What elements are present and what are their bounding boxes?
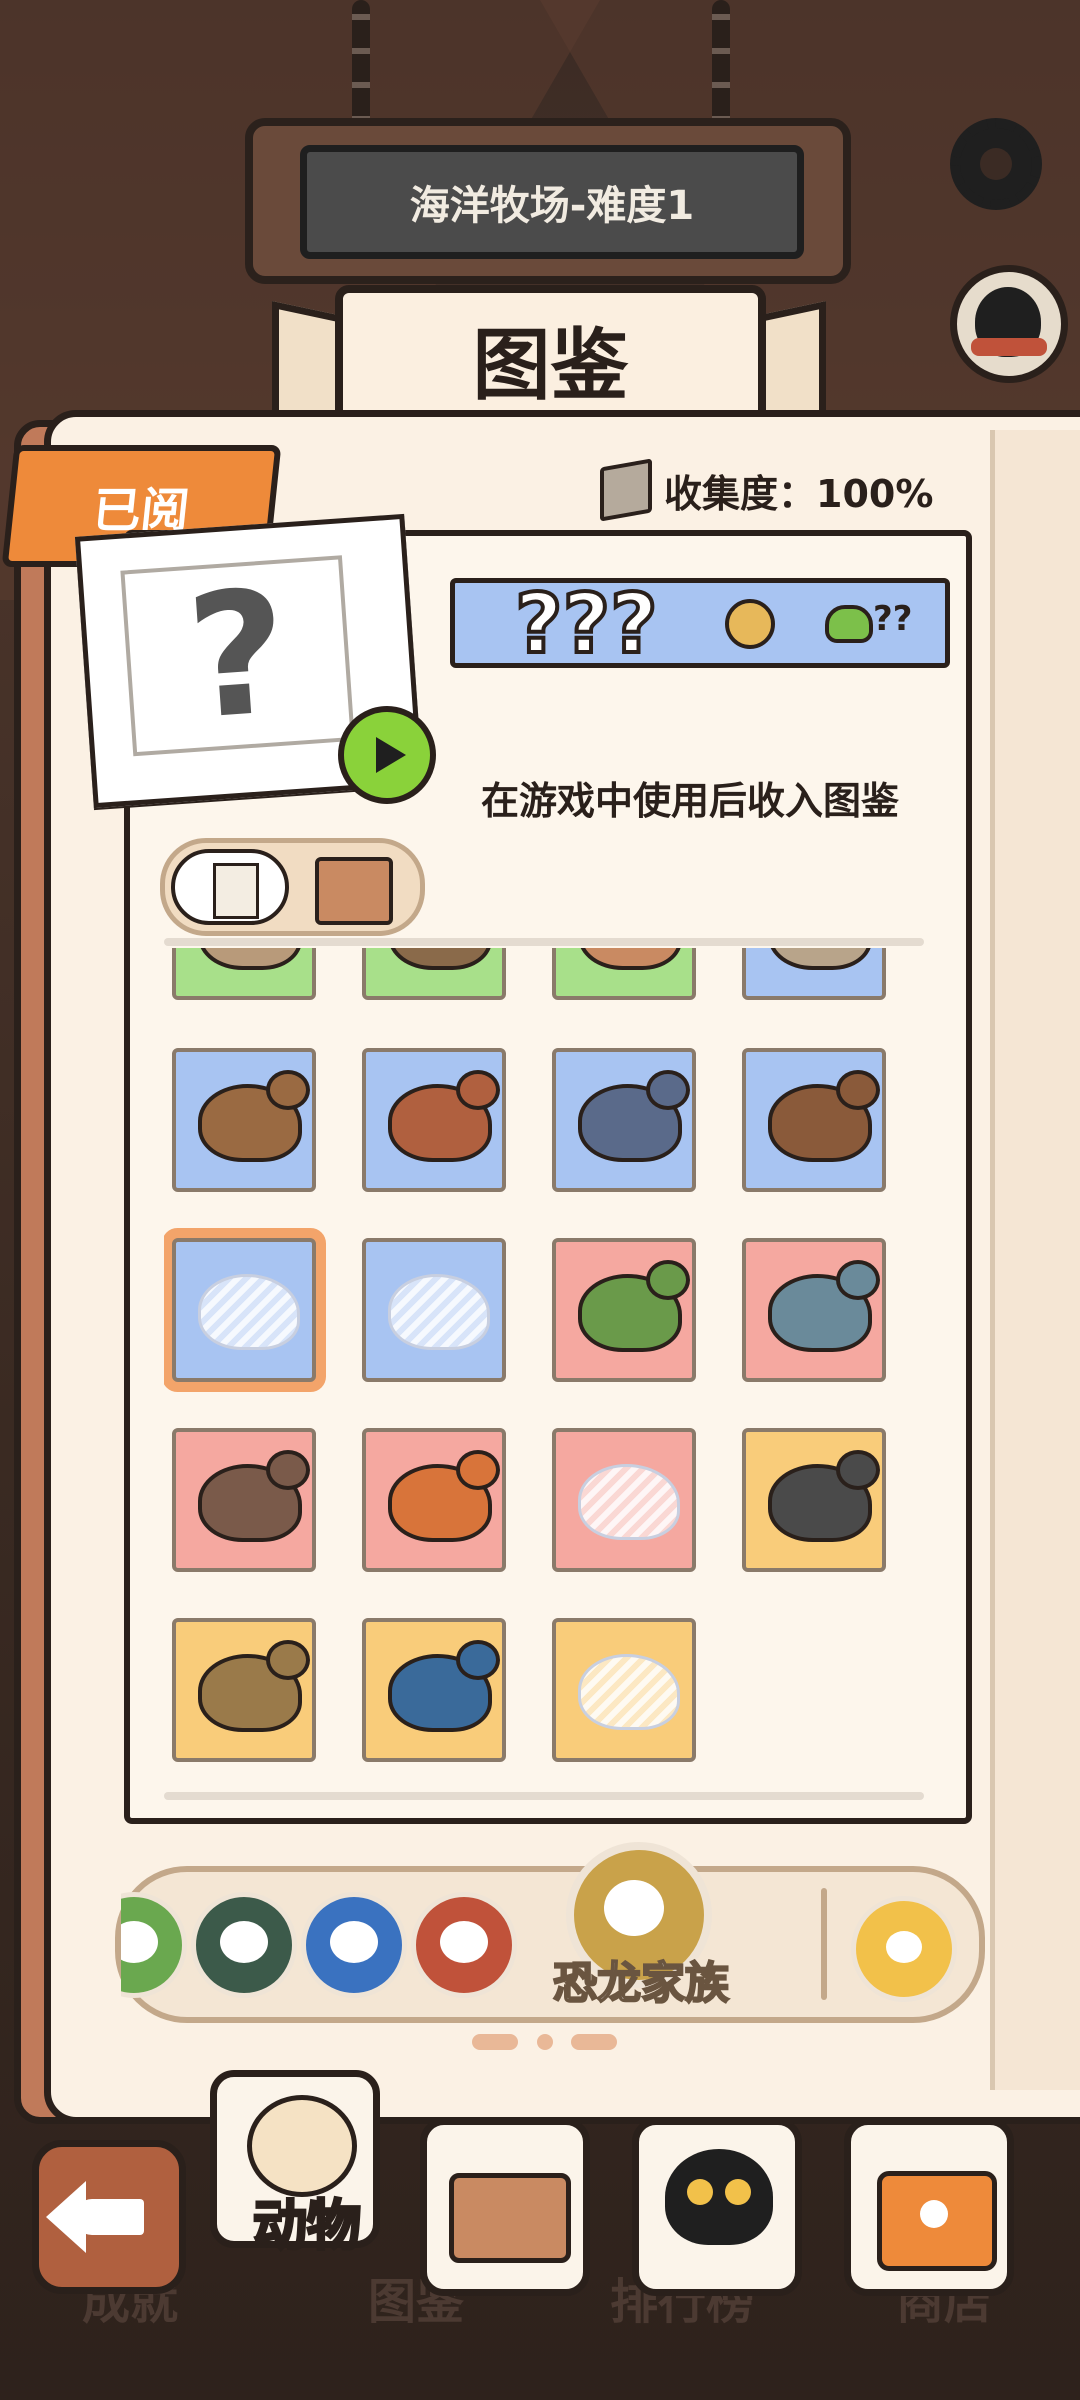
- nav-encyclopedia[interactable]: [420, 2118, 590, 2296]
- creature-tile[interactable]: [172, 948, 316, 1000]
- certificate-icon[interactable]: [171, 849, 289, 925]
- shirt-icon: [877, 2171, 997, 2271]
- creature-tile[interactable]: [552, 1618, 696, 1762]
- creature-tile[interactable]: [172, 1048, 316, 1192]
- coin-icon: [725, 599, 775, 649]
- book-icon: [600, 458, 652, 522]
- collection-label: 收集度：100%: [664, 471, 934, 516]
- collection-progress: 收集度：100%: [600, 458, 940, 522]
- unlock-hint: 在游戏中使用后收入图鉴: [480, 779, 899, 823]
- creature-tile[interactable]: [552, 948, 696, 1000]
- dinosaur-head: [456, 1450, 500, 1490]
- paw-icon[interactable]: [851, 1896, 957, 2002]
- divider-top: [164, 938, 924, 946]
- dinosaur-head: [456, 1070, 500, 1110]
- dinosaur-icon: [388, 948, 492, 970]
- basket-icon: [449, 2173, 571, 2263]
- creature-name: ???: [513, 575, 660, 674]
- selected-category-label: 恐龙家族: [552, 1957, 730, 2010]
- category-symbol: [330, 1921, 378, 1963]
- card-frame: ?: [120, 553, 355, 758]
- nav-animals[interactable]: 动物: [210, 2070, 380, 2259]
- dinosaur-head: [646, 1260, 690, 1300]
- black-cat-icon: [665, 2149, 773, 2245]
- category-symbol: [121, 1921, 158, 1963]
- creature-tile[interactable]: [742, 1428, 886, 1572]
- creature-tile[interactable]: [172, 1428, 316, 1572]
- dinosaur-icon: [198, 948, 302, 970]
- category-symbol: [220, 1921, 268, 1963]
- dinosaur-icon: [578, 948, 682, 970]
- dinosaur-head: [836, 1260, 880, 1300]
- back-button[interactable]: [32, 2140, 186, 2294]
- dinosaur-icon: [768, 948, 872, 970]
- blue-fish-icon[interactable]: [301, 1892, 407, 1998]
- nav-leaderboard[interactable]: [632, 2118, 802, 2296]
- creature-tile[interactable]: [172, 1618, 316, 1762]
- creature-tile[interactable]: [362, 1048, 506, 1192]
- player-avatar[interactable]: [950, 265, 1068, 383]
- creature-name-bar: ??? ??: [450, 575, 950, 674]
- play-button[interactable]: [338, 706, 436, 804]
- nav-animals-label: 动物: [252, 2193, 363, 2259]
- dark-green-paw-icon[interactable]: [191, 1892, 297, 1998]
- back-arrow-icon: [46, 2181, 144, 2253]
- category-symbol: [440, 1921, 488, 1963]
- creature-tile[interactable]: [362, 1618, 506, 1762]
- book-right-page: [990, 430, 1080, 2090]
- dinosaur-head: [266, 1640, 310, 1680]
- dinosaur-head: [266, 1450, 310, 1490]
- creature-grid: [164, 948, 924, 1786]
- level-name: 海洋牧场-难度1: [300, 145, 804, 259]
- settings-gear-icon[interactable]: [950, 118, 1042, 210]
- page-left-icon[interactable]: [472, 2034, 518, 2050]
- dinosaur-head: [646, 1070, 690, 1110]
- scarf-decoration: [971, 338, 1047, 356]
- dinosaur-head: [456, 1640, 500, 1680]
- outfit-icon[interactable]: [315, 857, 393, 925]
- page-right-icon[interactable]: [571, 2034, 617, 2050]
- creature-tile[interactable]: [742, 1048, 886, 1192]
- locked-dinosaur-silhouette: [578, 1464, 680, 1540]
- page-indicator: [472, 2022, 617, 2062]
- locked-dinosaur-silhouette: [388, 1274, 490, 1350]
- creature-tile[interactable]: [742, 948, 886, 1000]
- frog-icon: [825, 605, 873, 643]
- dinosaur-head: [836, 1450, 880, 1490]
- creature-tile[interactable]: [362, 1238, 506, 1382]
- locked-dinosaur-silhouette: [198, 1274, 300, 1350]
- divider-bottom: [164, 1792, 924, 1800]
- dinosaur-head: [836, 1070, 880, 1110]
- creature-tile[interactable]: [362, 948, 506, 1000]
- category-separator: [821, 1888, 827, 2000]
- creature-tile[interactable]: [552, 1428, 696, 1572]
- unknown-creature-symbol: ?: [181, 553, 294, 758]
- creature-tile[interactable]: [742, 1238, 886, 1382]
- page-dot: [536, 2034, 553, 2050]
- locked-dinosaur-silhouette: [578, 1654, 680, 1730]
- creature-tile[interactable]: [362, 1428, 506, 1572]
- creature-tile[interactable]: [552, 1048, 696, 1192]
- category-bar: 恐龙家族: [115, 1842, 985, 2023]
- red-bag-icon[interactable]: [411, 1892, 517, 1998]
- view-toggle[interactable]: [160, 838, 425, 936]
- dinosaur-head: [266, 1070, 310, 1110]
- frog-value: ??: [873, 599, 913, 639]
- creature-tile[interactable]: [552, 1238, 696, 1382]
- creature-tile[interactable]: [172, 1238, 316, 1382]
- nav-shop[interactable]: [844, 2118, 1014, 2296]
